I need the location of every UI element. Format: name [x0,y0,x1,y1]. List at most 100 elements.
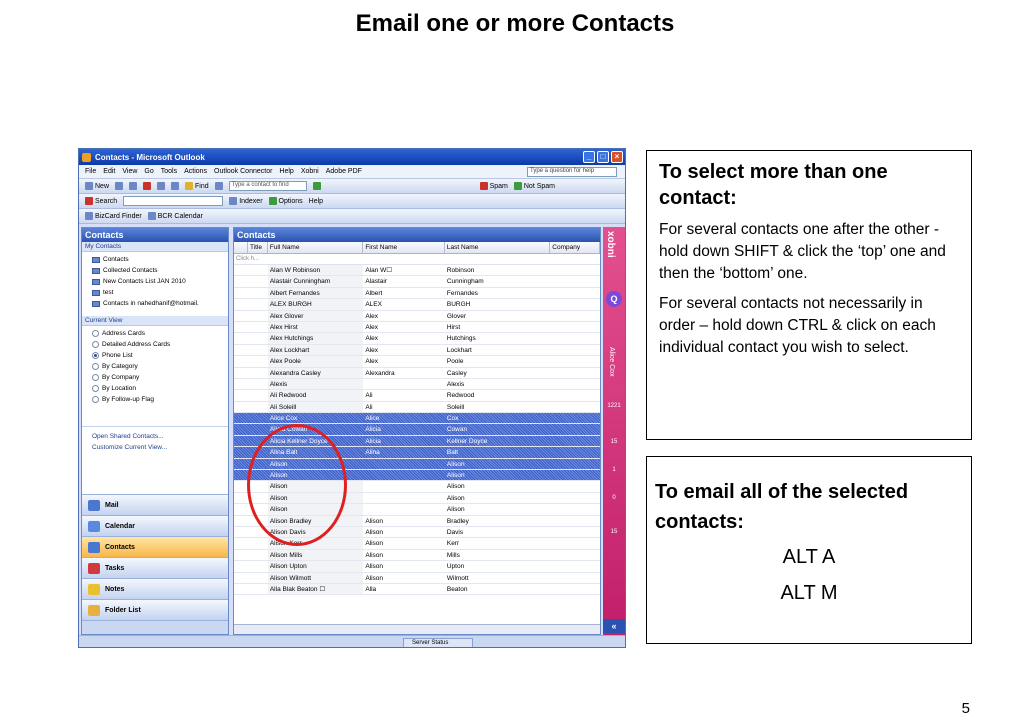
title-cell [248,356,268,366]
menu-item[interactable]: Go [144,168,153,175]
menu-item[interactable]: Edit [103,168,115,175]
nav-button-contacts[interactable]: Contacts [82,536,228,557]
contact-row[interactable]: Alan W Robinson Alan W☐ Robinson [234,265,600,277]
folder-item[interactable]: Contacts in nahedhanif@hotmail. [92,298,228,309]
options-button[interactable]: Options [268,197,303,205]
nav-button-notes[interactable]: Notes [82,578,228,599]
bcr-calendar-button[interactable]: BCR Calendar [147,212,203,220]
company-cell [550,493,600,503]
xobni-search-icon[interactable]: Q [606,291,622,307]
contact-row[interactable]: Ali Soleill Ali Soleill [234,401,600,414]
search-button[interactable]: Search [85,197,117,205]
title-bar: Contacts - Microsoft Outlook _ □ × [79,149,625,165]
radio-button[interactable] [92,396,99,403]
nav-link[interactable]: Customize Current View... [92,444,228,455]
column-header[interactable]: Title [248,242,268,253]
menu-item[interactable]: View [122,168,137,175]
folder-item[interactable]: Collected Contacts [92,265,228,276]
radio-button[interactable] [92,374,99,381]
view-option[interactable]: Address Cards [92,328,228,339]
view-option[interactable]: Phone List [92,350,228,361]
menu-item[interactable]: Adobe PDF [326,168,362,175]
view-option[interactable]: Detailed Address Cards [92,339,228,350]
view-option[interactable]: By Follow-up Flag [92,394,228,405]
address-book-icon[interactable] [214,182,223,190]
filter-icon[interactable] [157,182,166,190]
contact-row[interactable]: Alexis Alexis [234,378,600,391]
contact-row[interactable]: Alison Upton Alison Upton [234,561,600,573]
first-name-cell: Alexandra [365,369,395,377]
first-name-cell: Alan W☐ [365,267,393,274]
bizcard-finder-button[interactable]: BizCard Finder [85,212,142,220]
menu-item[interactable]: Outlook Connector [214,168,272,175]
contact-row[interactable]: ALEX BURGH ALEX BURGH [234,299,600,311]
contact-row[interactable]: Alex Hirst Alex Hirst [234,321,600,334]
contact-row[interactable]: Alex Glover Alex Glover [234,310,600,322]
company-cell [550,516,600,526]
folder-label: test [103,289,114,296]
nav-button-folder-list[interactable]: Folder List [82,599,228,620]
help-button[interactable]: Help [309,198,323,205]
not-spam-button[interactable]: Not Spam [513,182,555,190]
radio-button[interactable] [92,330,99,337]
select-instructions-box: To select more than one contact: For sev… [646,150,972,440]
column-header-icon[interactable] [234,242,248,253]
contact-row[interactable]: Alex Lockhart Alex Lockhart [234,344,600,357]
print-icon[interactable] [115,182,124,190]
column-header[interactable]: Last Name [445,242,551,253]
folder-item[interactable]: New Contacts List JAN 2010 [92,276,228,287]
indexer-button[interactable]: Indexer [229,197,263,205]
contact-row[interactable]: Ali Redwood Ali Redwood [234,390,600,402]
menu-item[interactable]: Help [279,168,293,175]
help-icon[interactable] [312,182,321,190]
find-contact-input[interactable]: Type a contact to find [228,181,307,191]
folder-item[interactable]: test [92,287,228,298]
close-button[interactable]: × [611,151,623,163]
radio-button[interactable] [92,385,99,392]
server-status-button[interactable]: Server Status [403,638,473,647]
help-search-input[interactable]: Type a question for help [527,167,617,177]
company-cell [550,584,600,594]
move-icon[interactable] [129,182,138,190]
minimize-button[interactable]: _ [583,151,595,163]
view-option[interactable]: By Company [92,372,228,383]
nav-button-label: Notes [105,585,125,593]
menu-item[interactable]: Tools [161,168,177,175]
column-header[interactable]: Company [550,242,600,253]
column-header[interactable]: Full Name [268,242,364,253]
send-icon[interactable] [171,182,180,190]
radio-button[interactable] [92,363,99,370]
menu-item[interactable]: File [85,168,96,175]
find-button[interactable]: Find [185,182,209,190]
contact-row[interactable]: Alex Hutchings Alex Hutchings [234,333,600,345]
contact-row[interactable]: Albert Fernandes Albert Fernandes [234,287,600,300]
new-button[interactable]: New [85,182,109,190]
contact-row[interactable]: Alex Poole Alex Poole [234,356,600,368]
contact-row[interactable]: Alastair Cunningham Alastair Cunningham [234,276,600,288]
column-header[interactable]: First Name [363,242,445,253]
contact-row[interactable]: Alice Cox Alice Cox [234,413,600,425]
nav-button-mail[interactable]: Mail [82,494,228,515]
contact-row[interactable]: Alla Blak Beaton ☐ Alla Beaton [234,583,600,596]
nav-link[interactable]: Open Shared Contacts... [92,433,228,444]
xobni-collapse-icon[interactable]: « [603,619,625,633]
radio-button[interactable] [92,341,99,348]
new-item-row[interactable]: Click h... [234,254,600,265]
view-option[interactable]: By Category [92,361,228,372]
horizontal-scrollbar[interactable] [234,624,600,634]
spam-button[interactable]: Spam [479,182,508,190]
nav-button-calendar[interactable]: Calendar [82,515,228,536]
maximize-button[interactable]: □ [597,151,609,163]
menu-item[interactable]: Actions [184,168,207,175]
search-input[interactable] [123,196,224,206]
view-option[interactable]: By Location [92,383,228,394]
radio-button[interactable] [92,352,99,359]
contact-row[interactable]: Alexandra Casley Alexandra Casley [234,367,600,379]
contact-row[interactable]: Alison Wilmott Alison Wilmott [234,572,600,584]
delete-icon[interactable] [143,182,152,190]
last-name-cell: Hirst [446,323,461,331]
folder-item[interactable]: Contacts [92,254,228,265]
nav-button-tasks[interactable]: Tasks [82,557,228,578]
menu-item[interactable]: Xobni [301,168,319,175]
contact-row[interactable]: Alison Mills Alison Mills [234,549,600,562]
